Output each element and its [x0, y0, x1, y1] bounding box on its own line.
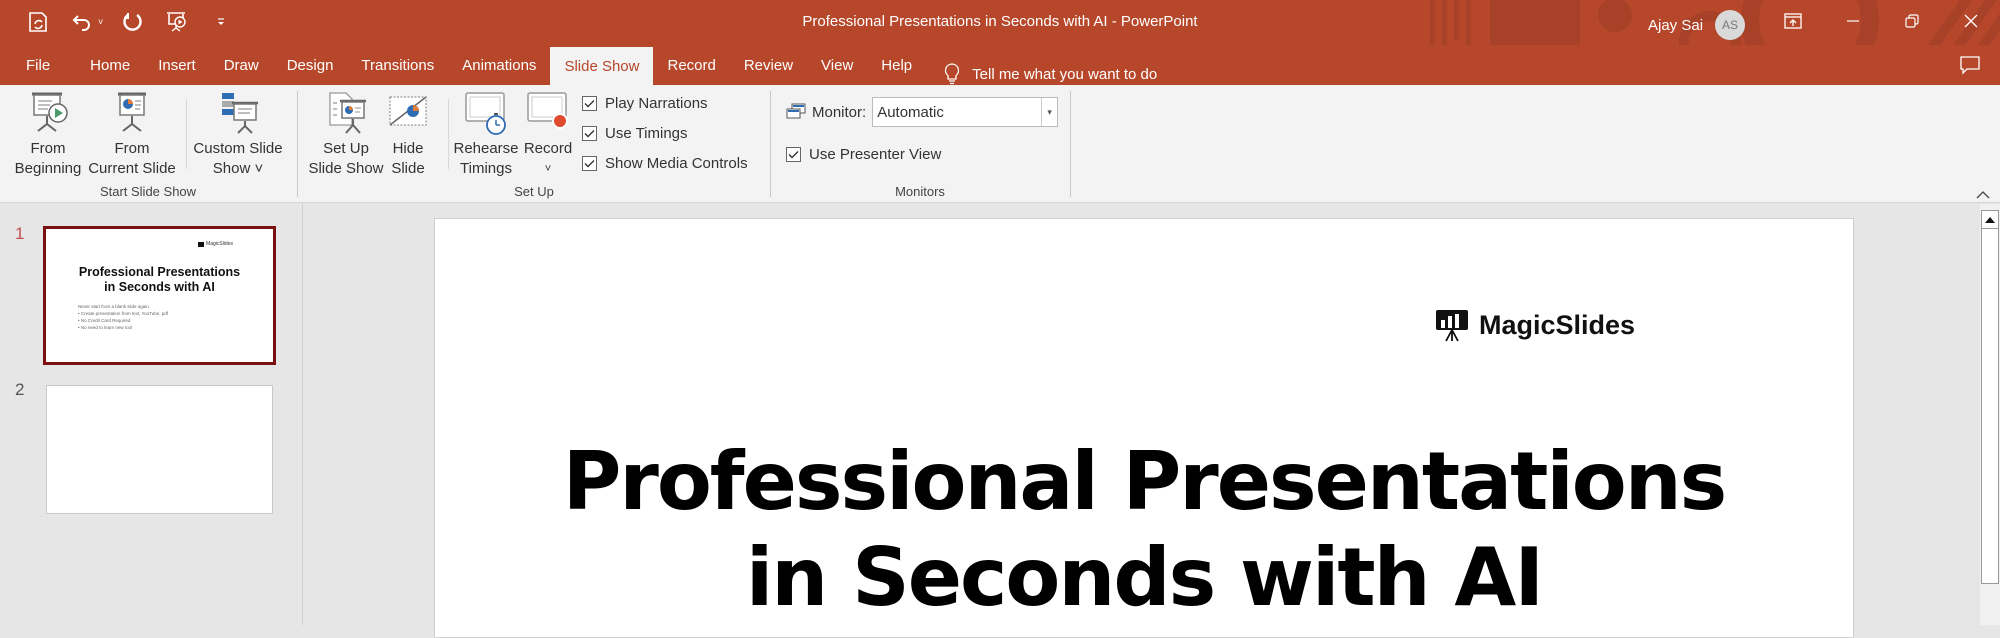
checkbox-checked[interactable]	[582, 156, 597, 171]
use-timings-checkbox[interactable]: Use Timings	[582, 125, 688, 142]
thumbnail-logo: MagicSlides	[198, 241, 233, 247]
thumbnail-body: Never start from a blank slide again. • …	[78, 304, 168, 330]
monitor-label: Monitor:	[812, 103, 867, 121]
slide-title[interactable]: Professional Presentations in Seconds wi…	[435, 434, 1853, 626]
chevron-up-icon	[1976, 191, 1990, 199]
slide-number: 1	[15, 224, 25, 243]
slide-thumbnail-2[interactable]	[46, 385, 273, 514]
checkbox-checked[interactable]	[582, 126, 597, 141]
account-area[interactable]: Ajay Sai AS	[1648, 10, 1746, 40]
from-beginning-icon	[32, 92, 68, 132]
monitor-dropdown[interactable]: Automatic ▾	[872, 97, 1059, 127]
tell-me-search[interactable]: Tell me what you want to do	[944, 63, 1157, 85]
collapse-ribbon-button[interactable]	[1976, 186, 1990, 202]
from-beginning-button[interactable]: From Beginning	[10, 89, 86, 179]
checkbox-checked[interactable]	[582, 96, 597, 111]
rehearse-timings-icon	[465, 92, 506, 135]
presentation-board-icon	[1436, 310, 1468, 342]
lightbulb-icon	[945, 63, 960, 85]
avatar[interactable]: AS	[1715, 10, 1746, 40]
custom-slide-show-button[interactable]: Custom Slide Show ˅	[190, 89, 286, 179]
ribbon-display-options-button[interactable]	[1770, 6, 1816, 36]
tab-design[interactable]: Design	[273, 45, 348, 85]
checkbox-checked[interactable]	[786, 147, 801, 162]
tab-help[interactable]: Help	[867, 45, 926, 85]
custom-slide-show-icon	[222, 93, 258, 134]
vertical-scrollbar[interactable]	[1980, 204, 2000, 625]
minimize-icon	[1847, 20, 1859, 22]
close-button[interactable]	[1948, 6, 1994, 36]
group-start-slide-show: From Beginning From Current Slide Custom…	[0, 85, 296, 203]
tab-record[interactable]: Record	[653, 45, 729, 85]
current-slide[interactable]: MagicSlides Professional Presentations i…	[434, 218, 1854, 638]
hide-slide-button[interactable]: Hide Slide	[388, 89, 428, 179]
slide-number: 2	[15, 380, 25, 399]
magicslides-logo: MagicSlides	[1435, 308, 1635, 342]
group-label: Start Slide Show	[99, 184, 197, 199]
use-presenter-view-checkbox[interactable]: Use Presenter View	[786, 146, 941, 163]
tab-home[interactable]: Home	[76, 45, 144, 85]
monitor-icon	[786, 103, 806, 119]
ribbon-slide-show: From Beginning From Current Slide Custom…	[0, 85, 2000, 203]
tab-file[interactable]: File	[12, 45, 64, 85]
slide-thumbnail-1[interactable]: MagicSlides Professional Presentations i…	[43, 226, 276, 365]
group-set-up: Set Up Slide Show Hide Slide Rehearse Ti…	[298, 85, 770, 203]
tab-view[interactable]: View	[807, 45, 867, 85]
scroll-up-button[interactable]	[1981, 210, 1999, 229]
monitor-selector: Monitor: Automatic ▾	[786, 97, 1059, 127]
scrollbar-thumb[interactable]	[1981, 228, 1999, 584]
separator	[448, 99, 449, 169]
play-narrations-checkbox[interactable]: Play Narrations	[582, 95, 708, 112]
minimize-button[interactable]	[1830, 6, 1876, 36]
tab-transitions[interactable]: Transitions	[347, 45, 448, 85]
arrow-up-icon	[1985, 216, 1995, 223]
ribbon-tab-bar: File Home Insert Draw Design Transitions…	[0, 45, 2000, 85]
show-media-controls-checkbox[interactable]: Show Media Controls	[582, 155, 748, 172]
thumbnail-title: Professional Presentations in Seconds wi…	[78, 265, 241, 294]
record-button[interactable]: Record ˅	[520, 89, 576, 179]
restore-icon	[1905, 14, 1919, 28]
record-icon	[527, 92, 568, 129]
restore-button[interactable]	[1889, 6, 1935, 36]
group-separator	[1070, 91, 1071, 197]
tab-draw[interactable]: Draw	[210, 45, 273, 85]
tab-review[interactable]: Review	[730, 45, 807, 85]
group-label: Set Up	[514, 184, 554, 199]
slide-editor: MagicSlides Professional Presentations i…	[304, 204, 1980, 638]
user-name: Ajay Sai	[1648, 16, 1704, 34]
tab-slide-show[interactable]: Slide Show	[550, 47, 654, 85]
tab-animations[interactable]: Animations	[448, 45, 550, 85]
hide-slide-icon	[389, 96, 427, 126]
tab-insert[interactable]: Insert	[144, 45, 210, 85]
set-up-slide-show-icon	[329, 92, 366, 134]
from-current-slide-button[interactable]: From Current Slide	[86, 89, 178, 179]
from-current-slide-icon	[118, 92, 146, 132]
group-label: Monitors	[895, 184, 945, 199]
set-up-slide-show-button[interactable]: Set Up Slide Show	[306, 89, 386, 179]
comments-button[interactable]	[1960, 55, 1980, 80]
slide-thumbnails-pane: 1 MagicSlides Professional Presentations…	[0, 204, 303, 625]
separator	[186, 99, 187, 169]
comment-icon	[1960, 56, 1980, 75]
tell-me-text: Tell me what you want to do	[972, 65, 1158, 83]
title-bar: ˅ Professional Presentations in Seconds …	[0, 0, 2000, 45]
dropdown-arrow-icon[interactable]: ▾	[1041, 98, 1057, 126]
rehearse-timings-button[interactable]: Rehearse Timings	[453, 89, 519, 179]
close-icon	[1964, 14, 1978, 28]
ribbon-display-icon	[1784, 13, 1802, 29]
